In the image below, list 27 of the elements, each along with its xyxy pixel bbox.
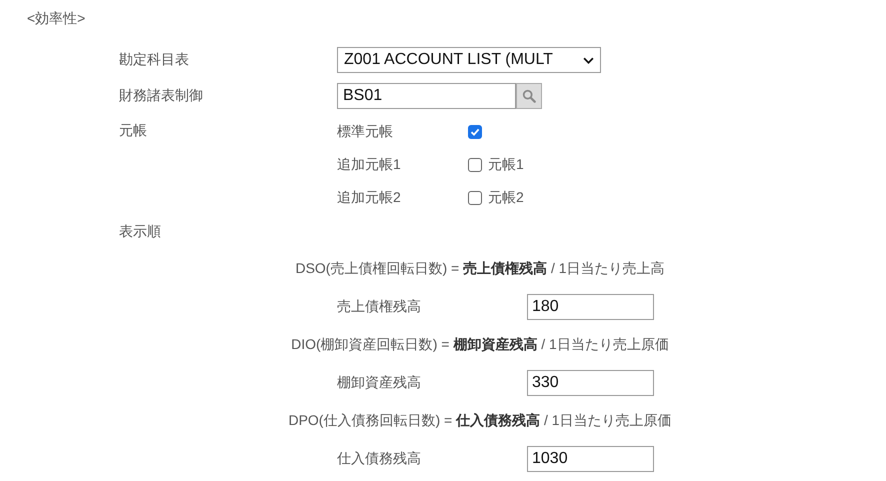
amount-field[interactable]: 330 xyxy=(527,370,654,396)
ledger-label: 標準元帳 xyxy=(337,122,394,140)
field-label: 勘定科目表 xyxy=(119,51,190,69)
section-label: 表示順 xyxy=(119,223,162,241)
field-label: 仕入債務残高 xyxy=(337,450,422,468)
checkbox[interactable] xyxy=(468,190,482,204)
checkbox[interactable] xyxy=(468,124,482,138)
formula-text: DIO(棚卸資産回転日数) = 棚卸資産残高 / 1日当たり売上原価 xyxy=(291,336,669,354)
checkbox-label: 元帳2 xyxy=(488,188,524,206)
caret-icon xyxy=(583,56,594,64)
search-icon xyxy=(522,89,536,103)
amount-field[interactable]: 180 xyxy=(527,294,654,320)
ledger-label: 追加元帳1 xyxy=(337,156,402,174)
formula-text: DSO(売上債権回転日数) = 売上債権残高 / 1日当たり売上高 xyxy=(295,260,665,278)
field-label: 棚卸資産残高 xyxy=(337,374,422,392)
search-button[interactable] xyxy=(516,83,542,109)
fs-version-field[interactable]: BS01 xyxy=(337,83,516,109)
ledger-label: 追加元帳2 xyxy=(337,188,402,206)
amount-field[interactable]: 1030 xyxy=(527,446,654,472)
section-title: <効率性> xyxy=(27,9,86,28)
formula-text: DPO(仕入債務回転日数) = 仕入債務残高 / 1日当たり売上原価 xyxy=(288,412,672,430)
checkbox-label: 元帳1 xyxy=(488,156,524,174)
field-label: 財務諸表制御 xyxy=(119,87,204,105)
checkbox[interactable] xyxy=(468,158,482,172)
field-label: 元帳 xyxy=(119,121,148,140)
account-list-dropdown[interactable]: Z001 ACCOUNT LIST (MULT xyxy=(337,47,601,73)
field-label: 売上債権残高 xyxy=(337,298,422,316)
